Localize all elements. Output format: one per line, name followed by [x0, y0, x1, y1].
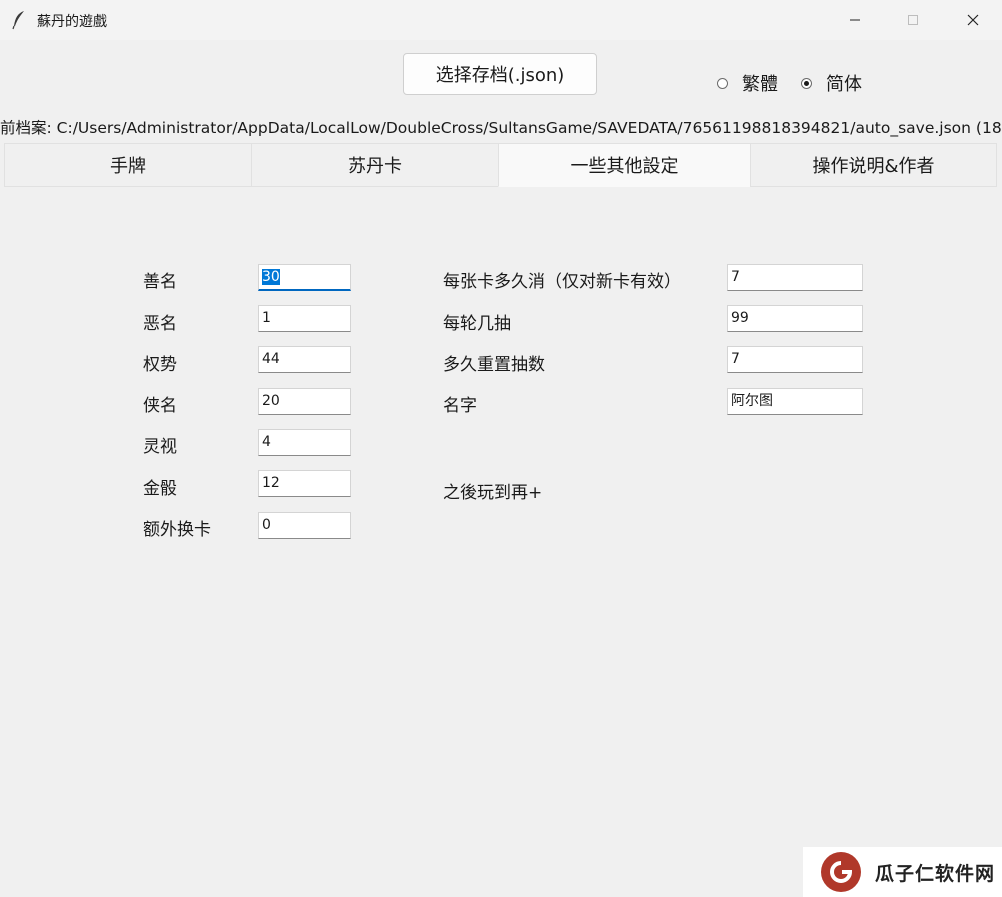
input-power[interactable]: 44 — [258, 346, 351, 373]
note-text: 之後玩到再+ — [443, 483, 543, 503]
input-card-duration[interactable]: 7 — [727, 264, 863, 291]
close-icon — [967, 14, 979, 26]
label-reset-draws: 多久重置抽数 — [443, 355, 545, 375]
select-save-button[interactable]: 选择存档(.json) — [403, 53, 597, 95]
minimize-button[interactable] — [826, 0, 884, 40]
tab-other-settings[interactable]: 一些其他設定 — [498, 143, 751, 187]
save-path-label: 前档案: C:/Users/Administrator/AppData/Loca… — [0, 119, 1002, 137]
label-gold-dice: 金骰 — [143, 479, 177, 499]
close-button[interactable] — [944, 0, 1002, 40]
label-good-fame: 善名 — [143, 272, 177, 292]
input-good-fame[interactable]: 30 — [258, 264, 351, 291]
radio-circle-icon — [717, 77, 728, 89]
label-name: 名字 — [443, 396, 477, 416]
maximize-icon — [908, 15, 918, 25]
input-reset-draws[interactable]: 7 — [727, 346, 863, 373]
label-vision: 灵视 — [143, 437, 177, 457]
input-chivalry[interactable]: 20 — [258, 388, 351, 415]
watermark-text: 瓜子仁软件网 — [875, 862, 996, 885]
radio-simplified-label: 简体 — [826, 74, 862, 95]
tab-bar: 手牌 苏丹卡 一些其他設定 操作说明&作者 — [4, 143, 998, 187]
radio-selected-icon — [801, 77, 812, 89]
input-name[interactable]: 阿尔图 — [727, 388, 863, 415]
input-vision[interactable]: 4 — [258, 429, 351, 456]
label-bad-fame: 恶名 — [143, 314, 177, 334]
watermark-logo-icon — [821, 852, 861, 892]
tab-instructions-author[interactable]: 操作说明&作者 — [750, 143, 997, 187]
tab-hand-cards[interactable]: 手牌 — [4, 143, 252, 187]
input-gold-dice[interactable]: 12 — [258, 470, 351, 497]
label-extra-swap: 额外换卡 — [143, 520, 211, 540]
minimize-icon — [850, 19, 860, 21]
window-title: 蘇丹的遊戲 — [37, 14, 107, 30]
maximize-button[interactable] — [884, 0, 942, 40]
label-card-duration: 每张卡多久消（仅对新卡有效） — [443, 272, 681, 292]
label-chivalry: 侠名 — [143, 396, 177, 416]
title-bar: 蘇丹的遊戲 — [0, 0, 1002, 40]
label-draws-per-round: 每轮几抽 — [443, 314, 511, 334]
input-draws-per-round[interactable]: 99 — [727, 305, 863, 332]
input-bad-fame[interactable]: 1 — [258, 305, 351, 332]
radio-traditional[interactable]: 繁體 — [717, 70, 778, 96]
tab-sultan-cards[interactable]: 苏丹卡 — [251, 143, 499, 187]
label-power: 权势 — [143, 355, 177, 375]
input-extra-swap[interactable]: 0 — [258, 512, 351, 539]
feather-icon — [12, 11, 24, 30]
input-good-fame-value: 30 — [262, 269, 280, 285]
watermark: 瓜子仁软件网 — [803, 847, 1002, 897]
radio-simplified[interactable]: 简体 — [801, 70, 862, 96]
radio-traditional-label: 繁體 — [742, 74, 778, 95]
